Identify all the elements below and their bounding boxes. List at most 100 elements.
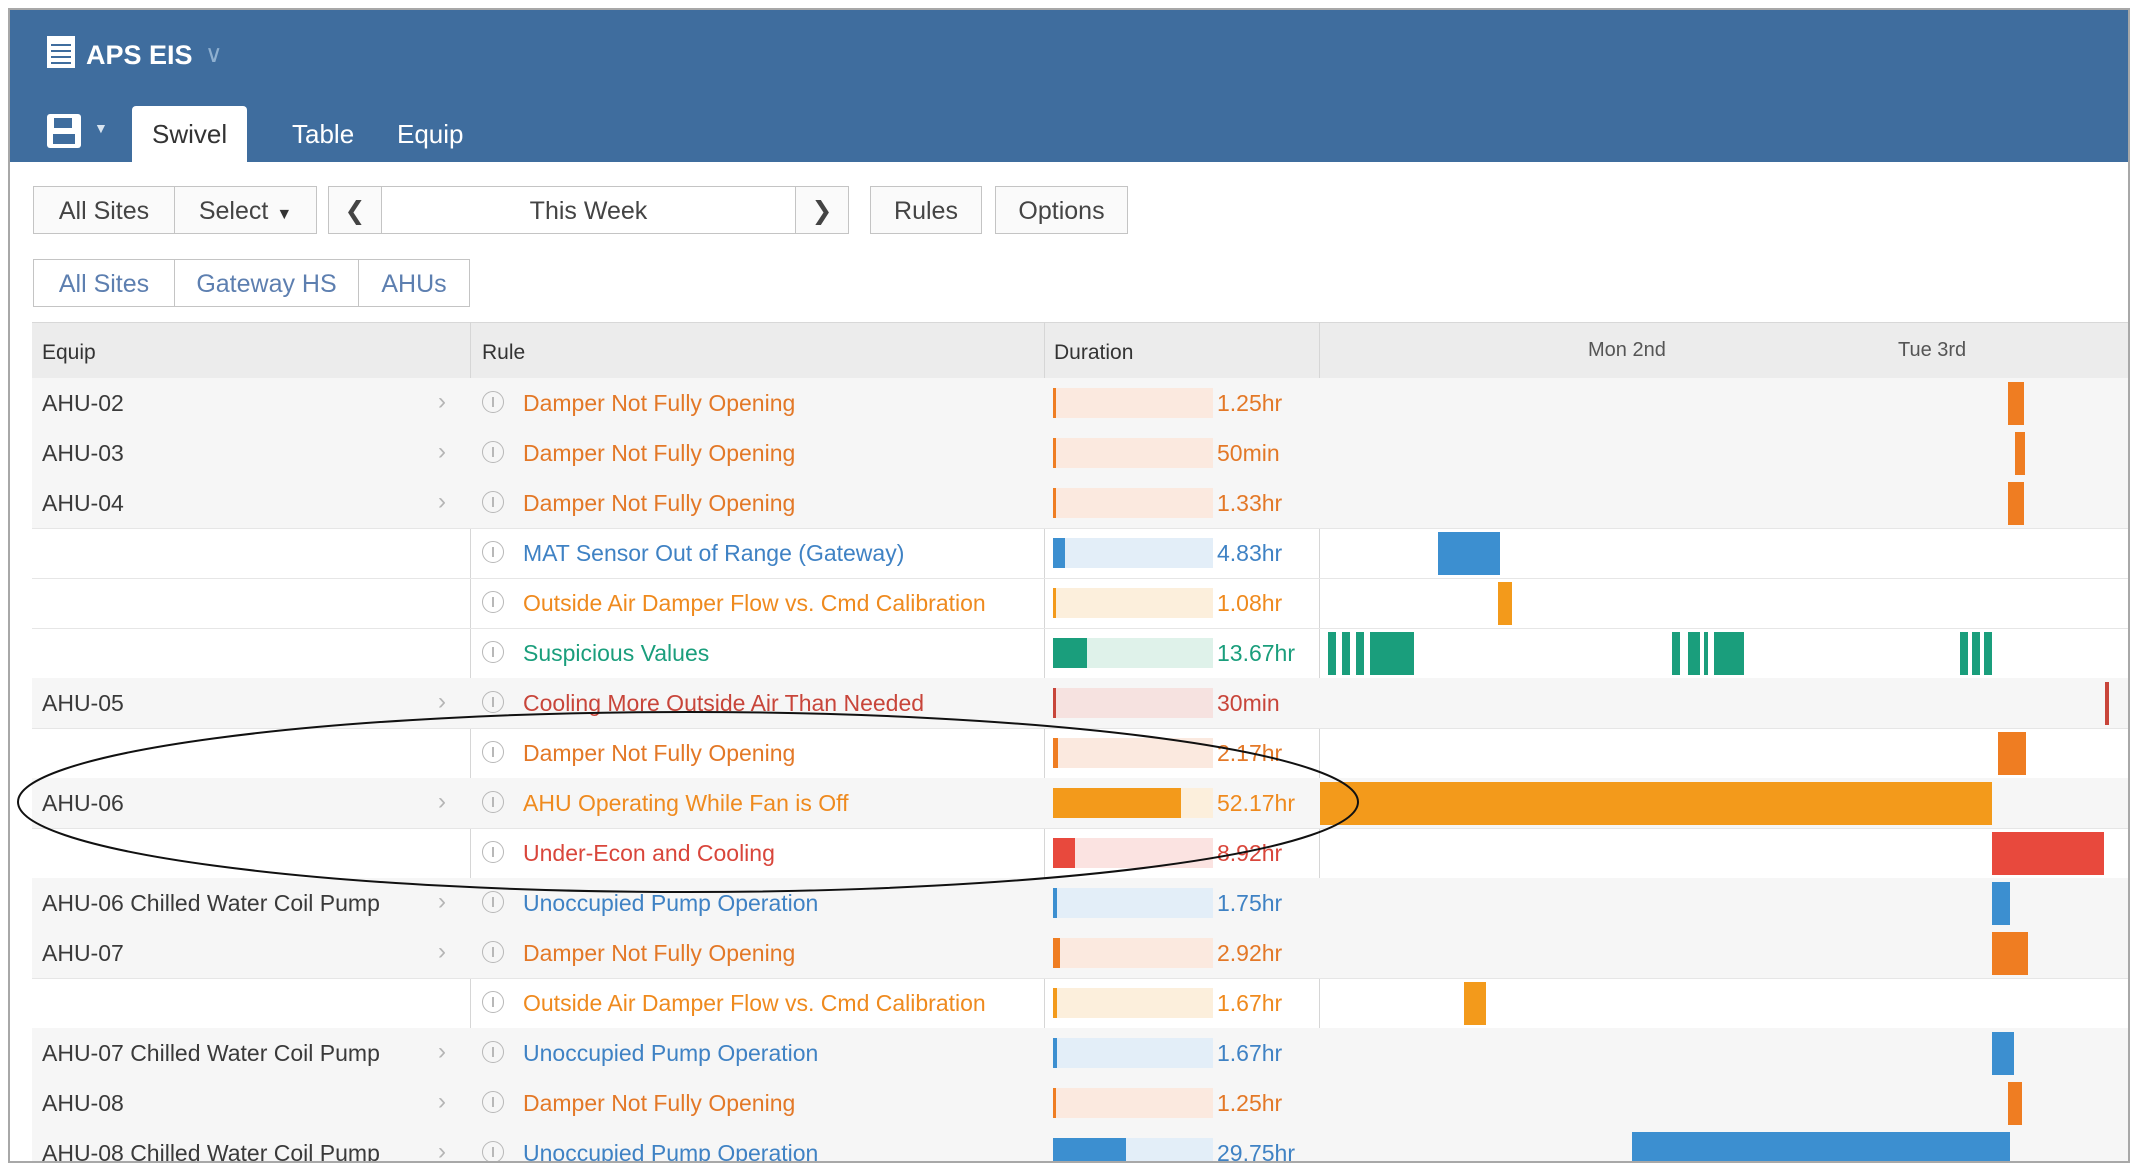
info-icon[interactable] (482, 941, 504, 963)
info-icon[interactable] (482, 591, 504, 613)
timeline-spark[interactable] (1672, 632, 1680, 675)
rule-link[interactable]: Under-Econ and Cooling (523, 840, 775, 867)
timeline-spark[interactable] (1632, 1132, 2010, 1161)
timeline-spark[interactable] (1356, 632, 1364, 675)
table-row[interactable]: Damper Not Fully Opening 2.17hr (32, 728, 2128, 779)
timeline-spark[interactable] (2008, 482, 2024, 525)
equip-name[interactable]: AHU-08 Chilled Water Coil Pump (42, 1140, 380, 1161)
tab-table[interactable]: Table (292, 106, 354, 162)
table-row[interactable]: Suspicious Values 13.67hr (32, 628, 2128, 679)
app-menu-icon[interactable] (47, 36, 75, 68)
equip-name[interactable]: AHU-06 (42, 790, 124, 817)
rule-link[interactable]: AHU Operating While Fan is Off (523, 790, 849, 817)
rule-link[interactable]: Damper Not Fully Opening (523, 440, 795, 467)
chevron-right-icon[interactable]: › (438, 488, 446, 516)
chevron-right-icon[interactable]: › (438, 1038, 446, 1066)
timeline-spark[interactable] (1464, 982, 1486, 1025)
timeline-spark[interactable] (1992, 1032, 2014, 1075)
table-row[interactable]: AHU-05 › Cooling More Outside Air Than Nee… (32, 678, 2128, 729)
rule-link[interactable]: MAT Sensor Out of Range (Gateway) (523, 540, 904, 567)
rule-link[interactable]: Damper Not Fully Opening (523, 390, 795, 417)
timeline-spark[interactable] (1960, 632, 1968, 675)
info-icon[interactable] (482, 1041, 504, 1063)
column-header-duration[interactable]: Duration (1054, 341, 1133, 365)
options-button[interactable]: Options (995, 186, 1128, 234)
table-row[interactable]: AHU-06 Chilled Water Coil Pump › Unoccupie… (32, 878, 2128, 929)
info-icon[interactable] (482, 491, 504, 513)
rule-link[interactable]: Damper Not Fully Opening (523, 490, 795, 517)
prev-period-button[interactable]: ❮ (328, 186, 382, 234)
next-period-button[interactable]: ❯ (795, 186, 849, 234)
rule-link[interactable]: Damper Not Fully Opening (523, 940, 795, 967)
breadcrumb-all-sites[interactable]: All Sites (33, 259, 175, 307)
equip-name[interactable]: AHU-06 Chilled Water Coil Pump (42, 890, 380, 917)
timeline-spark[interactable] (1320, 782, 1992, 825)
table-row[interactable]: AHU-02 › Damper Not Fully Opening 1.25hr (32, 378, 2128, 429)
timeline-spark[interactable] (2008, 382, 2024, 425)
table-row[interactable]: AHU-04 › Damper Not Fully Opening 1.33hr (32, 478, 2128, 529)
equip-name[interactable]: AHU-08 (42, 1090, 124, 1117)
timeline-spark[interactable] (1714, 632, 1744, 675)
rule-link[interactable]: Damper Not Fully Opening (523, 1090, 795, 1117)
timeline-spark[interactable] (2015, 432, 2025, 475)
table-row[interactable]: MAT Sensor Out of Range (Gateway) 4.83hr (32, 528, 2128, 579)
info-icon[interactable] (482, 641, 504, 663)
table-row[interactable]: AHU-08 › Damper Not Fully Opening 1.25hr (32, 1078, 2128, 1129)
info-icon[interactable] (482, 1091, 504, 1113)
info-icon[interactable] (482, 891, 504, 913)
tab-swivel[interactable]: Swivel (132, 106, 248, 162)
chevron-down-icon[interactable]: ∨ (205, 40, 223, 69)
chevron-right-icon[interactable]: › (438, 938, 446, 966)
rule-link[interactable]: Unoccupied Pump Operation (523, 1140, 818, 1161)
timeline-spark[interactable] (1328, 632, 1336, 675)
timeline-spark[interactable] (2105, 682, 2109, 725)
rule-link[interactable]: Damper Not Fully Opening (523, 740, 795, 767)
equip-name[interactable]: AHU-03 (42, 440, 124, 467)
info-icon[interactable] (482, 991, 504, 1013)
column-header-rule[interactable]: Rule (482, 341, 525, 365)
table-row[interactable]: AHU-06 › AHU Operating While Fan is Off 52.… (32, 778, 2128, 829)
equip-name[interactable]: AHU-02 (42, 390, 124, 417)
save-icon[interactable] (47, 114, 81, 148)
app-title[interactable]: APS EIS (86, 40, 193, 71)
table-row[interactable]: AHU-03 › Damper Not Fully Opening 50min (32, 428, 2128, 479)
equip-name[interactable]: AHU-05 (42, 690, 124, 717)
table-row[interactable]: AHU-07 Chilled Water Coil Pump › Unoccupie… (32, 1028, 2128, 1079)
info-icon[interactable] (482, 691, 504, 713)
breadcrumb-ahus[interactable]: AHUs (358, 259, 470, 307)
equip-name[interactable]: AHU-07 (42, 940, 124, 967)
info-icon[interactable] (482, 541, 504, 563)
rule-link[interactable]: Outside Air Damper Flow vs. Cmd Calibrat… (523, 990, 986, 1017)
table-row[interactable]: AHU-07 › Damper Not Fully Opening 2.92hr (32, 928, 2128, 979)
tab-equip[interactable]: Equip (397, 106, 464, 162)
timeline-spark[interactable] (1972, 632, 1980, 675)
breadcrumb-gateway-hs[interactable]: Gateway HS (174, 259, 359, 307)
timeline-spark[interactable] (1992, 932, 2028, 975)
rule-link[interactable]: Unoccupied Pump Operation (523, 890, 818, 917)
info-icon[interactable] (482, 791, 504, 813)
rule-link[interactable]: Suspicious Values (523, 640, 709, 667)
timeline-spark[interactable] (1998, 732, 2026, 775)
caret-down-icon[interactable]: ▼ (94, 120, 108, 136)
timeline-spark[interactable] (1992, 882, 2010, 925)
equip-name[interactable]: AHU-04 (42, 490, 124, 517)
select-dropdown[interactable]: Select ▼ (174, 186, 317, 234)
table-row[interactable]: Outside Air Damper Flow vs. Cmd Calibrat… (32, 978, 2128, 1029)
chevron-right-icon[interactable]: › (438, 438, 446, 466)
chevron-right-icon[interactable]: › (438, 388, 446, 416)
table-row[interactable]: Outside Air Damper Flow vs. Cmd Calibrat… (32, 578, 2128, 629)
rule-link[interactable]: Unoccupied Pump Operation (523, 1040, 818, 1067)
chevron-right-icon[interactable]: › (438, 888, 446, 916)
table-row[interactable]: AHU-08 Chilled Water Coil Pump › Unoccupie… (32, 1128, 2128, 1161)
timeline-spark[interactable] (1498, 582, 1512, 625)
timeline-spark[interactable] (1370, 632, 1414, 675)
timeline-spark[interactable] (1704, 632, 1708, 675)
chevron-right-icon[interactable]: › (438, 688, 446, 716)
info-icon[interactable] (482, 441, 504, 463)
table-row[interactable]: Under-Econ and Cooling 8.92hr (32, 828, 2128, 879)
chevron-right-icon[interactable]: › (438, 1138, 446, 1161)
info-icon[interactable] (482, 741, 504, 763)
chevron-right-icon[interactable]: › (438, 1088, 446, 1116)
timeline-spark[interactable] (1688, 632, 1700, 675)
all-sites-button[interactable]: All Sites (33, 186, 175, 234)
